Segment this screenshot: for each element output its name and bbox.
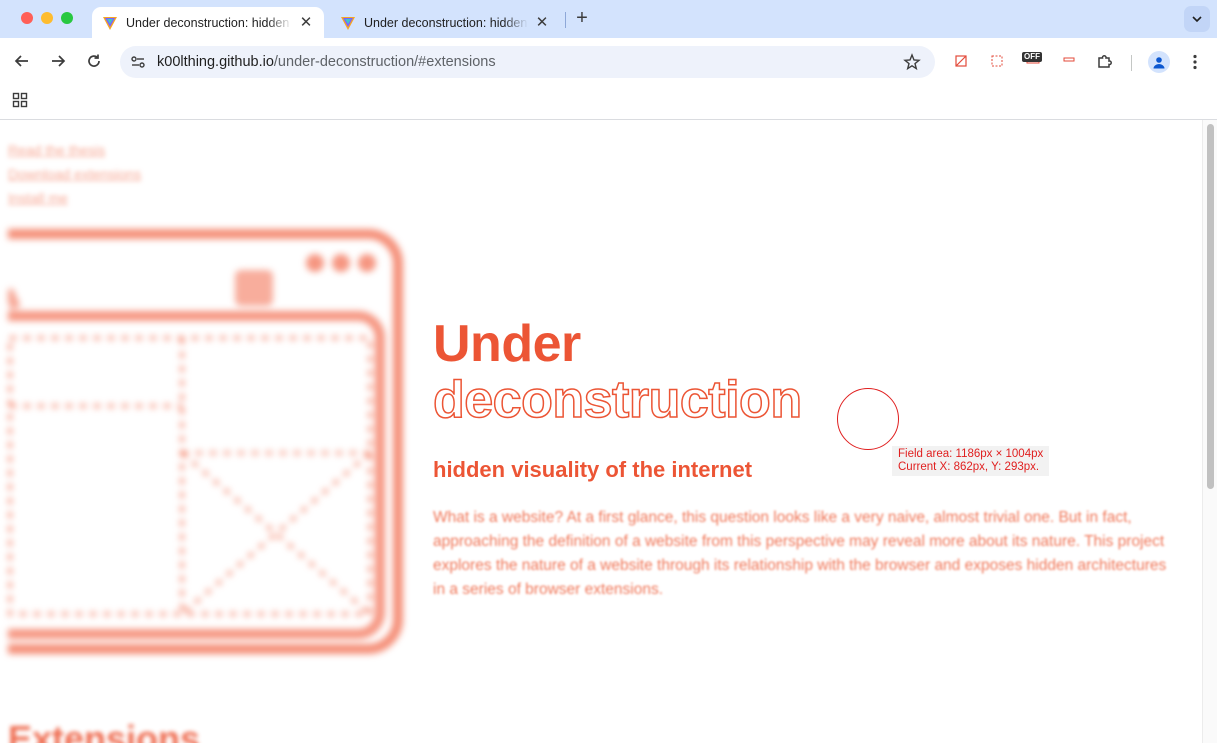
extension-bar-icon[interactable] — [1059, 51, 1079, 71]
close-tab-icon[interactable]: ✕ — [534, 14, 550, 31]
url-host: k00lthing.github.io — [157, 54, 274, 70]
arrow-left-icon — [14, 55, 28, 67]
tab-strip: Under deconstruction: hidden visuality o… — [0, 0, 1217, 38]
page-scrollbar[interactable] — [1202, 120, 1217, 743]
scrollbar-thumb[interactable] — [1207, 124, 1214, 489]
minimize-window-button[interactable] — [41, 12, 53, 24]
field-area-text: Field area: 1186px × 1004px — [898, 448, 1044, 460]
profile-button[interactable] — [1148, 51, 1170, 73]
bookmark-star-icon[interactable] — [903, 53, 921, 71]
hero-subtitle: hidden visuality of the internet — [433, 457, 753, 482]
hero: Under deconstruction hidden visuality of… — [432, 315, 1183, 602]
close-window-button[interactable] — [21, 12, 33, 24]
cursor-circle-overlay — [837, 388, 899, 450]
extensions-puzzle-button[interactable] — [1095, 51, 1115, 71]
close-tab-icon[interactable]: ✕ — [298, 14, 314, 31]
page-viewport: Read the thesis Download extensions Inst… — [0, 120, 1202, 743]
cursor-position-text: Current X: 862px, Y: 293px. — [898, 461, 1040, 473]
toolbar-divider — [1131, 55, 1132, 71]
nav-link-download[interactable]: Download extensions — [8, 162, 141, 186]
extension-off-badge: OFF — [1022, 52, 1042, 62]
hero-description: What is a website? At a first glance, th… — [433, 509, 1167, 598]
kebab-menu-icon — [1193, 54, 1197, 70]
apps-grid-icon[interactable] — [12, 92, 28, 108]
back-button[interactable] — [10, 49, 34, 73]
forward-button[interactable] — [46, 49, 70, 73]
nav-link-install[interactable]: Install me — [8, 186, 141, 210]
arrow-right-icon — [52, 55, 66, 67]
extensions-heading: Extensions — [8, 718, 201, 743]
nav-link-thesis[interactable]: Read the thesis — [8, 138, 141, 162]
tab-title: Under deconstruction: hidden visuality o… — [126, 15, 292, 30]
hero-title-line1: Under — [433, 315, 581, 373]
tab-search-button[interactable] — [1184, 6, 1210, 32]
page-nav: Read the thesis Download extensions Inst… — [8, 138, 141, 210]
hero-title-line2: deconstruction — [432, 371, 803, 429]
person-icon — [1153, 57, 1165, 69]
address-bar[interactable]: k00lthing.github.io/under-deconstruction… — [120, 46, 935, 78]
bookmarks-bar — [0, 85, 1217, 120]
new-tab-button[interactable]: + — [572, 8, 592, 29]
reload-button[interactable] — [82, 49, 106, 73]
browser-menu-button[interactable] — [1185, 51, 1205, 73]
browser-window-illustration — [8, 229, 403, 654]
site-info-icon[interactable] — [129, 53, 147, 71]
field-area-tooltip: Field area: 1186px × 1004px Current X: 8… — [892, 446, 1050, 476]
tab-divider — [565, 12, 566, 28]
tab-inactive[interactable]: Under deconstruction: hidden visuality o… — [330, 7, 560, 38]
tab-active[interactable]: Under deconstruction: hidden visuality o… — [92, 7, 324, 38]
site-favicon-icon — [341, 16, 355, 30]
site-favicon-icon — [103, 16, 117, 30]
url-text: k00lthing.github.io/under-deconstruction… — [157, 54, 496, 70]
puzzle-icon — [1098, 55, 1112, 68]
reload-icon — [88, 54, 100, 67]
maximize-window-button[interactable] — [61, 12, 73, 24]
extension-slash-icon[interactable] — [951, 51, 971, 71]
chevron-down-icon — [1192, 16, 1202, 23]
extension-dashed-box-icon[interactable] — [987, 51, 1007, 71]
url-path: /under-deconstruction/#extensions — [273, 54, 496, 70]
tab-title: Under deconstruction: hidden visuality o… — [364, 15, 528, 30]
